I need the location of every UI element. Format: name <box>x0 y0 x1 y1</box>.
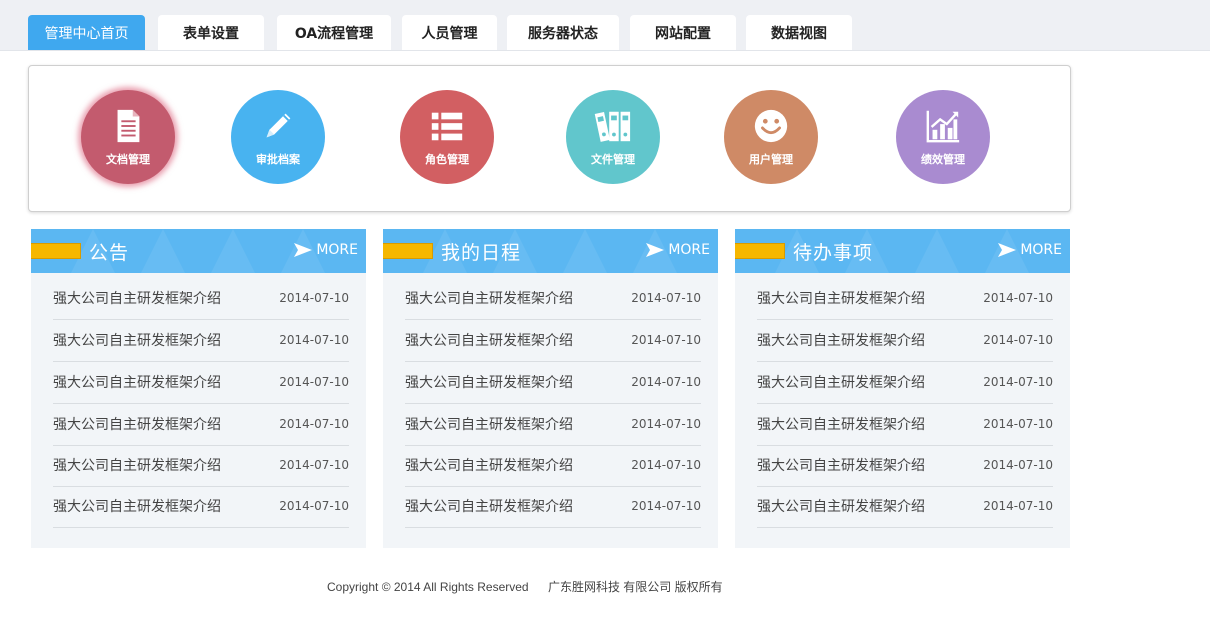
shortcut-role-management[interactable]: 角色管理 <box>400 90 494 184</box>
smiley-icon <box>754 109 788 143</box>
shortcut-label: 绩效管理 <box>921 153 965 166</box>
list-item[interactable]: 强大公司自主研发框架介绍 2014-07-10 <box>757 319 1053 362</box>
list-icon <box>431 112 463 141</box>
tab-personnel[interactable]: 人员管理 <box>402 15 497 50</box>
tab-form-settings[interactable]: 表单设置 <box>158 15 264 50</box>
shortcut-label: 文件管理 <box>591 153 635 166</box>
shortcut-label: 审批档案 <box>256 153 300 166</box>
box-header: 我的日程 MORE <box>383 229 718 273</box>
list-item[interactable]: 强大公司自主研发框架介绍 2014-07-10 <box>405 444 701 487</box>
box-title: 公告 <box>89 242 130 264</box>
list-item[interactable]: 强大公司自主研发框架介绍 2014-07-10 <box>757 485 1053 528</box>
shortcut-performance-management[interactable]: 绩效管理 <box>896 90 990 184</box>
paper-plane-icon <box>646 243 665 257</box>
shortcut-label: 角色管理 <box>425 153 469 166</box>
list-item[interactable]: 强大公司自主研发框架介绍 2014-07-10 <box>53 403 349 446</box>
shortcut-user-management[interactable]: 用户管理 <box>724 90 818 184</box>
more-link[interactable]: MORE <box>998 242 1062 258</box>
paper-plane-icon <box>998 243 1017 257</box>
tab-oa-workflow[interactable]: OA流程管理 <box>277 15 391 50</box>
tab-home[interactable]: 管理中心首页 <box>28 15 145 50</box>
list-item[interactable]: 强大公司自主研发框架介绍 2014-07-10 <box>757 444 1053 487</box>
binders-icon <box>594 111 631 142</box>
company-text: 广东胜网科技 有限公司 版权所有 <box>547 580 723 594</box>
shortcut-label: 文档管理 <box>106 153 150 166</box>
header-stripe <box>735 243 785 259</box>
shortcut-panel: 文档管理 审批档案 角色管理 文件管理 用户管理 绩效管理 <box>28 65 1071 212</box>
paper-plane-icon <box>294 243 313 257</box>
more-link[interactable]: MORE <box>646 242 710 258</box>
list-item[interactable]: 强大公司自主研发框架介绍 2014-07-10 <box>53 319 349 362</box>
list-item[interactable]: 强大公司自主研发框架介绍 2014-07-10 <box>53 361 349 404</box>
list-item[interactable]: 强大公司自主研发框架介绍 2014-07-10 <box>53 277 349 320</box>
shortcut-document-management[interactable]: 文档管理 <box>81 90 175 184</box>
list-item[interactable]: 强大公司自主研发框架介绍 2014-07-10 <box>405 485 701 528</box>
shortcut-approval-archive[interactable]: 审批档案 <box>231 90 325 184</box>
footer: Copyright © 2014 All Rights Reserved 广东胜… <box>327 578 723 595</box>
tab-server-status[interactable]: 服务器状态 <box>507 15 619 50</box>
document-icon <box>117 109 140 143</box>
tab-site-config[interactable]: 网站配置 <box>630 15 736 50</box>
box-title: 待办事项 <box>793 242 874 264</box>
todo-box: 待办事项 MORE 强大公司自主研发框架介绍 2014-07-10 强大公司自主研… <box>735 229 1070 548</box>
list-item[interactable]: 强大公司自主研发框架介绍 2014-07-10 <box>405 403 701 446</box>
announcement-box: 公告 MORE 强大公司自主研发框架介绍 2014-07-10 强大公司自主研发框… <box>31 229 366 548</box>
copyright-text: Copyright © 2014 All Rights Reserved <box>327 580 529 594</box>
list-item[interactable]: 强大公司自主研发框架介绍 2014-07-10 <box>405 277 701 320</box>
list-item[interactable]: 强大公司自主研发框架介绍 2014-07-10 <box>405 319 701 362</box>
chart-icon <box>926 110 960 143</box>
list-item[interactable]: 强大公司自主研发框架介绍 2014-07-10 <box>53 485 349 528</box>
shortcut-label: 用户管理 <box>749 153 793 166</box>
list-item[interactable]: 强大公司自主研发框架介绍 2014-07-10 <box>757 277 1053 320</box>
box-title: 我的日程 <box>441 242 522 264</box>
header-stripe <box>383 243 433 259</box>
list-item[interactable]: 强大公司自主研发框架介绍 2014-07-10 <box>405 361 701 404</box>
box-header: 公告 MORE <box>31 229 366 273</box>
list-item[interactable]: 强大公司自主研发框架介绍 2014-07-10 <box>757 403 1053 446</box>
header-stripe <box>31 243 81 259</box>
schedule-box: 我的日程 MORE 强大公司自主研发框架介绍 2014-07-10 强大公司自主研… <box>383 229 718 548</box>
more-link[interactable]: MORE <box>294 242 358 258</box>
shortcut-file-management[interactable]: 文件管理 <box>566 90 660 184</box>
pencil-icon <box>266 113 291 138</box>
box-header: 待办事项 MORE <box>735 229 1070 273</box>
tab-bar: 管理中心首页 表单设置 OA流程管理 人员管理 服务器状态 网站配置 数据视图 <box>0 0 1210 51</box>
tab-data-view[interactable]: 数据视图 <box>746 15 852 50</box>
list-item[interactable]: 强大公司自主研发框架介绍 2014-07-10 <box>757 361 1053 404</box>
list-item[interactable]: 强大公司自主研发框架介绍 2014-07-10 <box>53 444 349 487</box>
